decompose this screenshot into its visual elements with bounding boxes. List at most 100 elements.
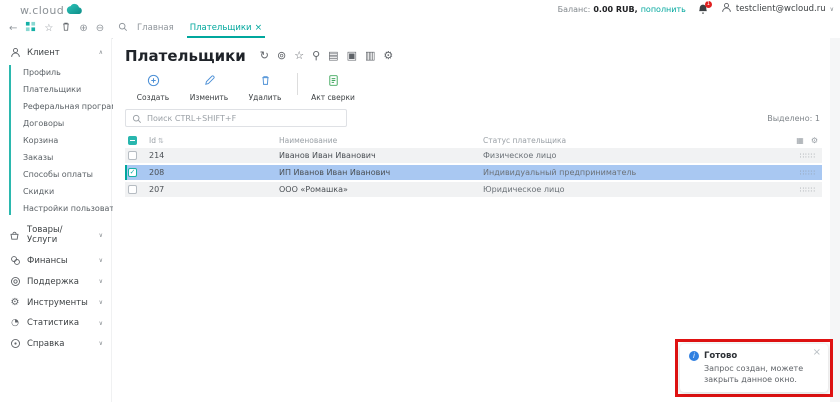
chevron-down-icon: ∨ [99,340,103,347]
refresh-icon[interactable]: ↻ [260,50,269,62]
tab-label: Главная [137,23,174,33]
columns-icon[interactable]: ▦ [796,136,804,145]
topup-link[interactable]: пополнить [641,5,686,14]
sidebar-item[interactable]: Плательщики [0,81,111,98]
chevron-down-icon: ∨ [99,257,103,264]
column-header-status[interactable]: Статус плательщика [483,136,796,145]
sidebar-item[interactable]: Корзина [0,132,111,149]
table-row[interactable]: 214Иванов Иван ИвановичФизическое лицо∷∷… [125,148,822,163]
report-icon [327,72,340,91]
printer-icon[interactable]: ▥ [365,50,375,62]
row-menu-icon[interactable]: ∷∷∷ [774,152,822,160]
tab-close-icon[interactable]: × [255,23,263,33]
tab-strip: Главная Плательщики× [137,18,262,38]
sidebar-item[interactable]: Заказы [0,149,111,166]
table-settings-icon[interactable]: ⚙ [811,136,818,145]
back-icon[interactable]: ← [9,23,17,34]
sidebar-section-label: Инструменты [27,298,88,308]
user-email: testclient@wcloud.ru [736,4,826,14]
toolbar-button[interactable]: Акт сверки [305,72,361,102]
toolbar-button-label: Изменить [190,93,228,102]
table-row[interactable]: 207ООО «Ромашка»Юридическое лицо∷∷∷ [125,182,822,197]
balance-label: Баланс: [558,5,591,14]
row-checkbox[interactable] [128,151,137,160]
select-all-checkbox[interactable] [128,136,137,145]
page-title: Плательщики [125,47,246,65]
column-header-id[interactable]: Id⇅ [147,136,279,145]
nav-bar: ← ☆ ⊕ ⊖ Главная Плательщики× [0,18,840,39]
info-icon: i [689,351,699,361]
quick-icons: ← ☆ ⊕ ⊖ [0,21,125,35]
column-header-name[interactable]: Наименование [279,136,483,145]
chevron-down-icon: ∨ [99,278,103,285]
balance: Баланс: 0.00 RUB, пополнить [558,5,686,14]
pin-icon[interactable]: ⚲ [312,50,320,62]
sidebar-section[interactable]: Поддержка∨ [0,271,111,292]
toolbar-button-label: Акт сверки [311,93,355,102]
person-icon [9,47,21,58]
settings-icon[interactable]: ⚙ [383,50,393,62]
tab-Главная[interactable]: Главная [137,18,174,38]
cell-name: ООО «Ромашка» [279,185,483,194]
sidebar-item[interactable]: Настройки пользователя [0,200,111,217]
notification-badge: 1 [705,1,712,8]
cell-id: 214 [147,151,279,160]
table-header: Id⇅ Наименование Статус плательщика ▦ ⚙ [125,133,822,148]
notifications-bell-icon[interactable]: 1 [697,3,710,16]
pencil-icon [203,72,216,91]
sidebar-section-label: Статистика [27,318,79,328]
toolbar: Создать Изменить Удалить Акт сверки [125,72,822,102]
sidebar-section[interactable]: Клиент∧ [0,42,111,63]
cell-name: ИП Иванов Иван Иванович [279,168,483,177]
remove-circle-icon[interactable]: ⊖ [96,23,104,34]
toast-notification: × i Готово Запрос создан, можете закрыть… [680,344,828,392]
toolbar-button-label: Удалить [249,93,282,102]
sidebar-section[interactable]: ◔Статистика∨ [0,313,111,333]
globe-icon[interactable]: ⊚ [277,50,286,62]
user-menu[interactable]: testclient@wcloud.ru ∨ [721,2,834,16]
basket-icon [9,230,21,241]
balance-value: 0.00 RUB, [593,5,637,14]
sort-icon: ⇅ [158,137,164,145]
toolbar-button[interactable]: Изменить [181,72,237,102]
top-bar: w.cloud Баланс: 0.00 RUB, пополнить 1 [0,0,840,18]
search-icon[interactable] [112,22,128,35]
support-icon [9,276,21,287]
search-placeholder: Поиск CTRL+SHIFT+F [147,114,236,123]
sidebar-section[interactable]: Справка∨ [0,333,111,354]
sidebar-section[interactable]: ⚙Инструменты∨ [0,292,111,313]
sidebar-item[interactable]: Реферальная программа [0,98,111,115]
sidebar-item[interactable]: Способы оплаты [0,166,111,183]
search-input[interactable]: Поиск CTRL+SHIFT+F [125,109,347,127]
close-icon[interactable]: × [813,348,821,358]
tab-Плательщики[interactable]: Плательщики× [190,18,262,38]
table-row[interactable]: 208ИП Иванов Иван ИвановичИндивидуальный… [125,165,822,180]
add-circle-icon[interactable]: ⊕ [79,23,87,34]
sidebar-section-label: Товары/Услуги [27,225,93,245]
search-icon [132,109,142,128]
chevron-down-icon: ∨ [99,299,103,306]
toolbar-button[interactable]: Удалить [237,72,293,102]
cell-id: 208 [147,168,279,177]
cell-status: Индивидуальный предприниматель [483,168,774,177]
favorites-icon[interactable]: ☆ [44,23,53,34]
row-checkbox[interactable] [128,168,137,177]
export-icon[interactable]: ▣ [347,50,357,62]
user-icon [721,2,732,16]
row-checkbox[interactable] [128,185,137,194]
row-menu-icon[interactable]: ∷∷∷ [774,186,822,194]
toolbar-button[interactable]: Создать [125,72,181,102]
help-icon [9,338,21,349]
sidebar-item[interactable]: Договоры [0,115,111,132]
cell-status: Физическое лицо [483,151,774,160]
star-icon[interactable]: ☆ [294,50,304,62]
sidebar-item[interactable]: Скидки [0,183,111,200]
apps-icon[interactable] [25,21,36,35]
sidebar-item[interactable]: Профиль [0,64,111,81]
sidebar-section[interactable]: Финансы∨ [0,250,111,271]
annotation-highlight: × i Готово Запрос создан, можете закрыть… [675,339,833,397]
row-menu-icon[interactable]: ∷∷∷ [774,169,822,177]
document-icon[interactable]: ▤ [328,50,338,62]
trash-icon[interactable] [61,21,71,35]
sidebar-section[interactable]: Товары/Услуги∨ [0,220,111,250]
